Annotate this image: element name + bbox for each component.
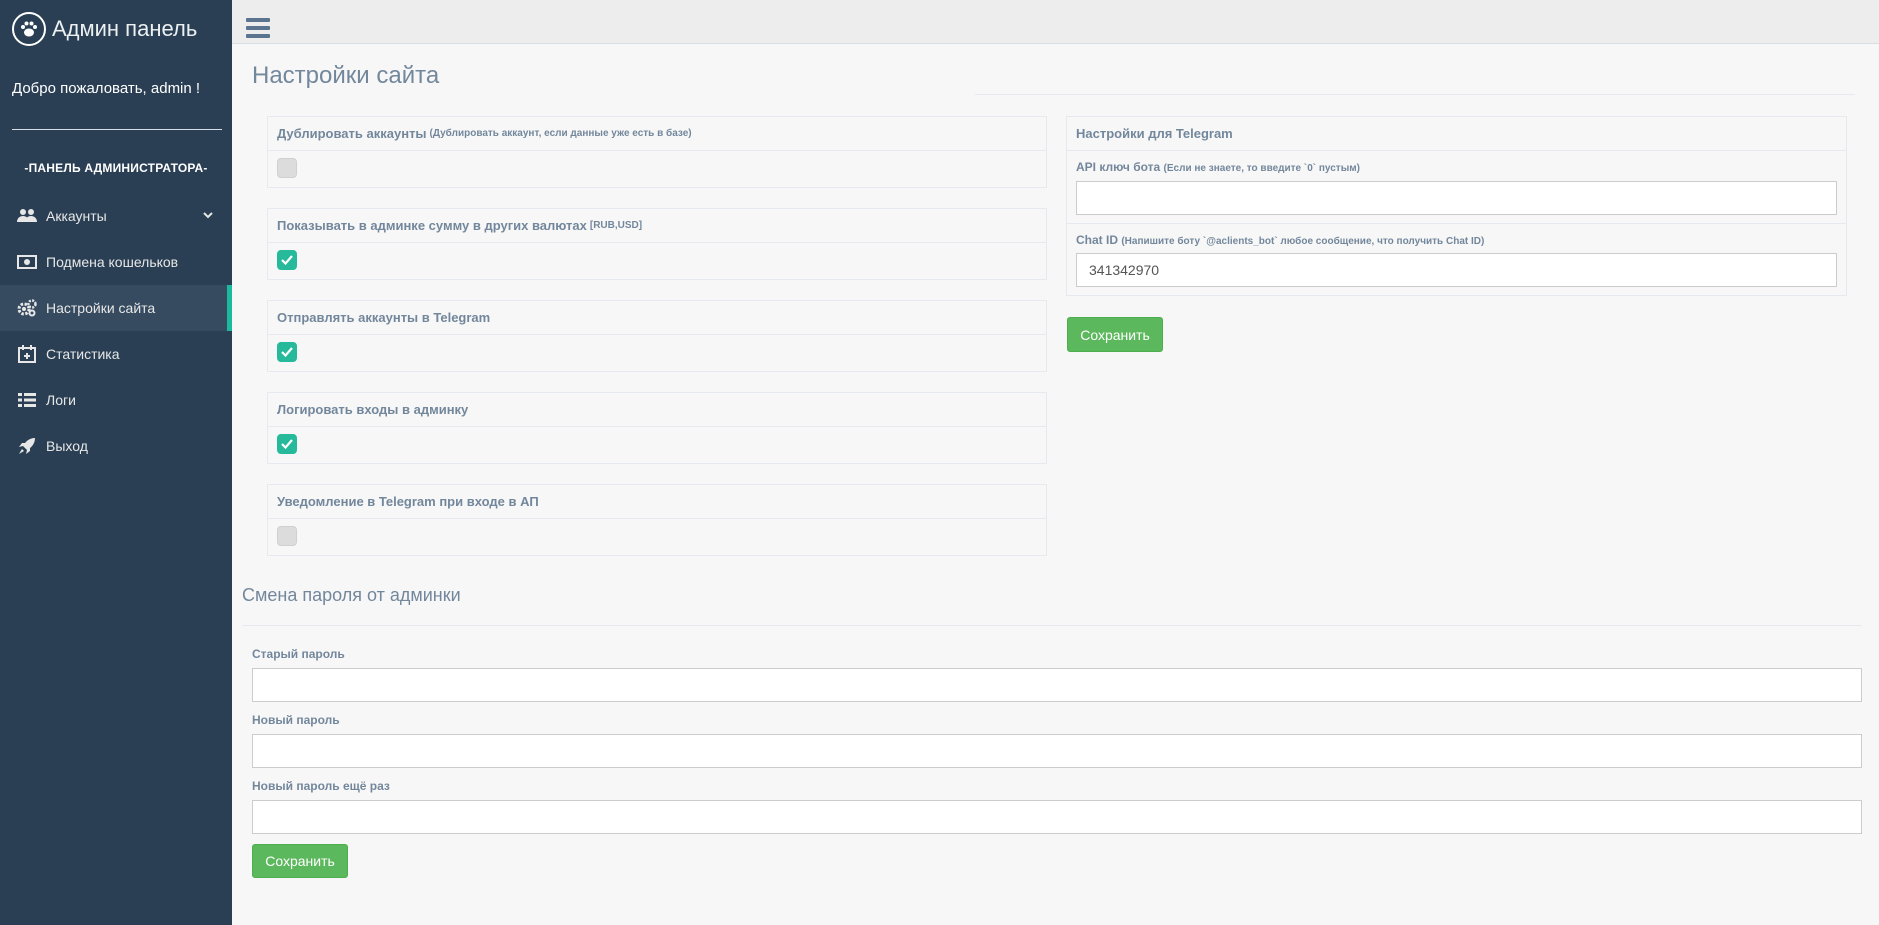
chat-id-input[interactable]: 341342970	[1076, 253, 1837, 287]
menu-toggle-icon[interactable]	[246, 18, 270, 38]
telegram-login-notify-checkbox[interactable]	[277, 526, 297, 546]
setting-hint: [RUB,USD]	[589, 220, 643, 231]
welcome-text: Добро пожаловать, admin !	[12, 80, 201, 97]
sidebar-item-label: Статистика	[46, 346, 120, 362]
setting-hint: (Дублировать аккаунт, если данные уже ес…	[429, 128, 692, 139]
api-key-input[interactable]	[1076, 181, 1837, 215]
sidebar-item-label: Выход	[46, 438, 88, 454]
setting-show-currencies: Показывать в админке сумму в других валю…	[267, 208, 1047, 280]
list-icon	[16, 390, 38, 410]
users-icon	[16, 206, 38, 226]
setting-send-to-telegram: Отправлять аккаунты в Telegram	[267, 300, 1047, 372]
page-title: Настройки сайта	[252, 62, 440, 89]
check-icon	[281, 439, 293, 450]
setting-log-admin-logins: Логировать входы в админку	[267, 392, 1047, 464]
section-label: -ПАНЕЛЬ АДМИНИСТРАТОРА-	[24, 161, 208, 175]
setting-duplicate-accounts: Дублировать аккаунты (Дублировать аккаунт…	[267, 116, 1047, 188]
setting-label: Отправлять аккаунты в Telegram	[277, 310, 491, 325]
repeat-password-input[interactable]	[252, 800, 1862, 834]
save-password-button[interactable]: Сохранить	[252, 844, 348, 878]
duplicate-accounts-checkbox[interactable]	[277, 158, 297, 178]
sidebar-divider	[12, 129, 222, 130]
brand[interactable]: Админ панель	[0, 0, 232, 58]
sidebar-item-logout[interactable]: Выход	[0, 423, 232, 469]
sidebar-item-label: Логи	[46, 392, 76, 408]
sidebar-item-site-settings[interactable]: Настройки сайта	[0, 285, 232, 331]
sidebar-item-accounts[interactable]: Аккаунты	[0, 193, 232, 239]
show-currencies-checkbox[interactable]	[277, 250, 297, 270]
check-icon	[281, 347, 293, 358]
sidebar-menu: Аккаунты Подмена кошельков Настройки сай…	[0, 193, 232, 469]
repeat-password-label: Новый пароль ещё раз	[252, 779, 390, 793]
setting-label: Логировать входы в админку	[277, 402, 469, 417]
sidebar-item-logs[interactable]: Логи	[0, 377, 232, 423]
api-key-hint: (Если не знаете, то введите `0` пустым)	[1163, 163, 1360, 174]
brand-title: Админ панель	[52, 16, 198, 41]
sidebar-item-wallets[interactable]: Подмена кошельков	[0, 239, 232, 285]
send-to-telegram-checkbox[interactable]	[277, 342, 297, 362]
password-section-divider	[242, 625, 1862, 626]
sidebar-item-label: Подмена кошельков	[46, 254, 179, 270]
rocket-icon	[16, 436, 38, 456]
log-admin-logins-checkbox[interactable]	[277, 434, 297, 454]
save-telegram-button[interactable]: Сохранить	[1067, 317, 1163, 352]
password-section-title: Смена пароля от админки	[242, 585, 461, 605]
calendar-plus-icon	[16, 344, 38, 364]
sidebar-item-label: Настройки сайта	[46, 300, 156, 316]
chevron-down-icon	[202, 208, 214, 224]
setting-label: Уведомление в Telegram при входе в АП	[277, 494, 539, 509]
chat-id-hint: (Напишите боту `@aclients_bot` любое соо…	[1121, 236, 1485, 247]
money-icon	[16, 252, 38, 272]
sidebar-item-statistics[interactable]: Статистика	[0, 331, 232, 377]
api-key-label: API ключ бота	[1076, 160, 1161, 174]
new-password-label: Новый пароль	[252, 713, 340, 727]
new-password-input[interactable]	[252, 734, 1862, 768]
telegram-panel-title: Настройки для Telegram	[1076, 126, 1233, 141]
cogs-icon	[16, 298, 38, 318]
sidebar-item-label: Аккаунты	[46, 208, 107, 224]
telegram-settings-panel: Настройки для Telegram API ключ бота (Ес…	[1066, 116, 1847, 296]
sidebar: Админ панель Добро пожаловать, admin ! -…	[0, 0, 232, 925]
paw-icon	[12, 12, 46, 46]
setting-label: Показывать в админке сумму в других валю…	[277, 218, 587, 233]
setting-telegram-login-notify: Уведомление в Telegram при входе в АП	[267, 484, 1047, 556]
old-password-input[interactable]	[252, 668, 1862, 702]
chat-id-label: Chat ID	[1076, 233, 1118, 247]
old-password-label: Старый пароль	[252, 647, 345, 661]
title-divider	[975, 94, 1855, 95]
top-navbar	[232, 0, 1879, 44]
setting-label: Дублировать аккаунты	[277, 126, 427, 141]
check-icon	[281, 255, 293, 266]
